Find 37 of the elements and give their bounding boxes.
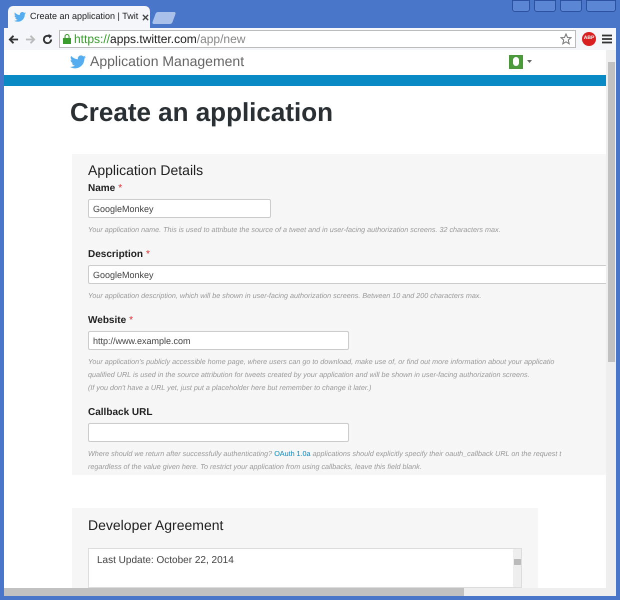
required-mark: * — [129, 314, 134, 328]
lock-icon — [63, 34, 71, 44]
input-field[interactable] — [88, 423, 349, 442]
field-label: Callback URL — [88, 406, 152, 420]
close-icon[interactable] — [142, 14, 150, 20]
reload-icon[interactable] — [42, 34, 53, 44]
url-text: https://apps.twitter.com/app/new — [74, 31, 246, 48]
menu-icon[interactable] — [602, 34, 612, 44]
section-heading: Application Details — [88, 160, 204, 180]
forward-icon[interactable] — [25, 34, 36, 44]
bird-icon — [70, 54, 86, 69]
close-button[interactable] — [586, 0, 616, 12]
minimize-button[interactable] — [534, 0, 556, 12]
scrollbar[interactable] — [513, 549, 521, 587]
input-field[interactable]: http://www.example.com — [88, 331, 349, 350]
field-label: Name — [88, 182, 116, 196]
caret-icon[interactable] — [527, 60, 532, 64]
vertical-scrollbar[interactable] — [606, 50, 616, 588]
browser-tab[interactable]: Create an application | Twit — [8, 6, 150, 28]
maximize-button[interactable] — [560, 0, 582, 12]
field-label: Website — [88, 314, 126, 328]
header-title: Application Management — [90, 52, 244, 72]
back-icon[interactable] — [8, 34, 19, 44]
avatar-icon[interactable] — [509, 54, 523, 69]
star-icon[interactable] — [560, 33, 572, 45]
page-title: Create an application — [70, 96, 334, 128]
required-mark: * — [118, 182, 122, 196]
tab-title: Create an application | Twit — [30, 10, 138, 24]
required-mark: * — [146, 248, 150, 262]
input-field[interactable]: GoogleMonkey — [88, 265, 606, 284]
agreement-text: Last Update: October 22, 2014 — [96, 554, 235, 568]
input-field[interactable]: GoogleMonkey — [88, 199, 271, 218]
bird-icon — [14, 11, 26, 23]
field-label: Description — [88, 248, 144, 262]
section-heading: Developer Agreement — [88, 516, 224, 534]
address-bar[interactable]: https://apps.twitter.com/app/new — [59, 30, 576, 48]
horizontal-scrollbar[interactable] — [4, 588, 616, 596]
